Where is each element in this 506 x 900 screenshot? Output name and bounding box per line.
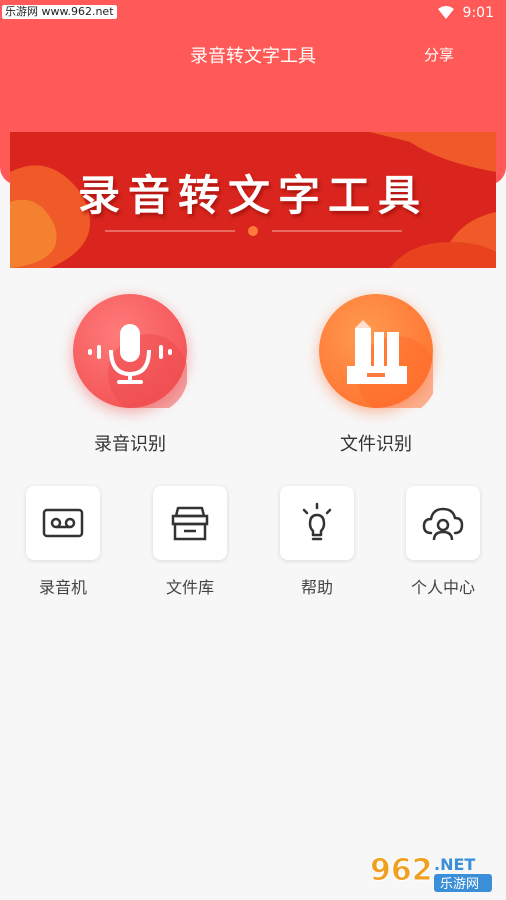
share-button[interactable]: 分享 <box>424 44 454 65</box>
help-button[interactable]: 帮助 <box>279 486 355 598</box>
svg-text:乐游网: 乐游网 <box>440 877 479 892</box>
help-tile <box>280 486 354 560</box>
microphone-icon <box>73 294 188 414</box>
profile-button[interactable]: 个人中心 <box>405 486 481 598</box>
lightbulb-icon <box>302 502 332 541</box>
banner[interactable]: 录音转文字工具 <box>10 132 496 268</box>
help-label: 帮助 <box>300 578 333 597</box>
user-cloud-icon <box>422 507 464 541</box>
title-bar: 录音转文字工具 分享 <box>0 28 506 78</box>
clock: 9:01 <box>462 5 494 21</box>
document-folder-icon <box>319 294 437 416</box>
wifi-icon <box>438 6 454 19</box>
recorder-label: 录音机 <box>38 578 87 597</box>
file-library-label: 文件库 <box>165 578 214 597</box>
file-recognition-label: 文件识别 <box>340 434 412 455</box>
file-recognition-button[interactable]: 文件识别 <box>316 294 437 456</box>
file-library-button[interactable]: 文件库 <box>152 486 228 598</box>
cassette-icon <box>42 508 84 538</box>
site-watermark: 乐游网 www.962.net <box>2 5 117 19</box>
voice-recognition-label: 录音识别 <box>94 434 166 455</box>
archive-box-icon <box>171 506 209 541</box>
file-library-tile <box>153 486 227 560</box>
banner-title: 录音转文字工具 <box>77 171 428 220</box>
profile-label: 个人中心 <box>410 578 475 597</box>
site-logo-watermark: 962 .NET 乐游网 <box>370 853 492 892</box>
profile-tile <box>406 486 480 560</box>
recorder-tile <box>26 486 100 560</box>
recorder-button[interactable]: 录音机 <box>25 486 101 598</box>
svg-text:.NET: .NET <box>434 855 475 874</box>
svg-text:962: 962 <box>370 853 433 888</box>
status-bar: 乐游网 www.962.net 9:01 <box>0 0 506 28</box>
voice-recognition-button[interactable]: 录音识别 <box>70 294 190 456</box>
